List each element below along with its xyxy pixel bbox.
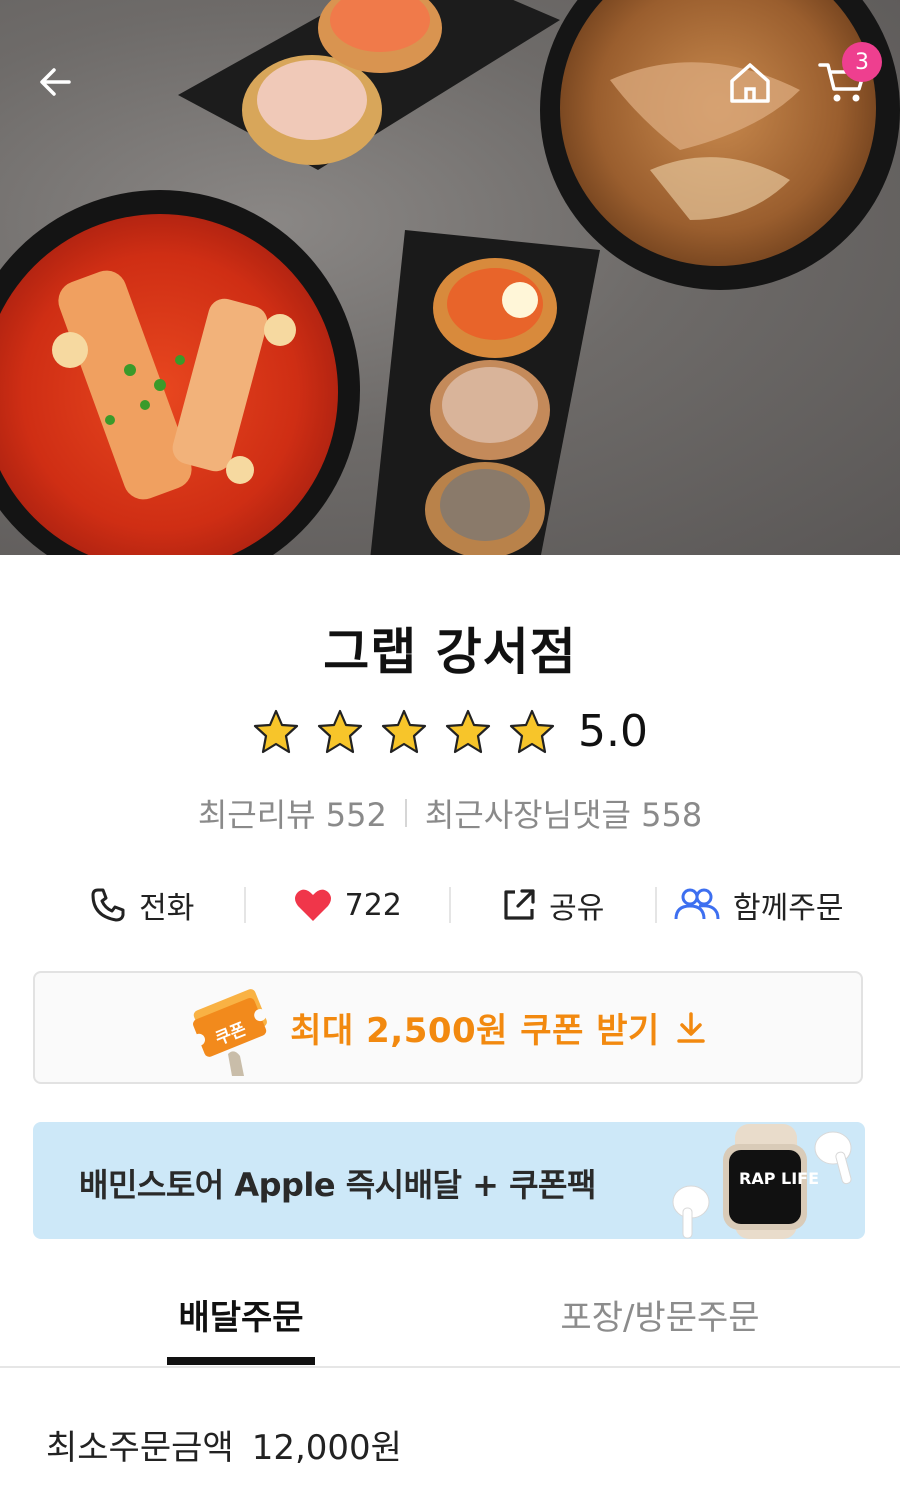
arrow-left-icon	[40, 68, 71, 96]
group-order-button[interactable]: 함께주문	[657, 883, 861, 927]
share-label: 공유	[549, 891, 605, 926]
call-label: 전화	[139, 891, 195, 926]
rating-value: 5.0	[578, 706, 648, 757]
store-hero-image: 3	[0, 0, 900, 555]
order-type-tabs: 배달주문 포장/방문주문	[0, 1290, 900, 1368]
recent-reviews[interactable]: 최근리뷰 552	[198, 790, 387, 836]
star-icon	[381, 709, 427, 753]
heart-icon	[294, 889, 331, 921]
store-name: 그랩 강서점	[323, 623, 577, 681]
owner-replies-label: 최근사장님댓글	[424, 796, 631, 834]
rating-row: 5.0	[0, 706, 900, 757]
recent-reviews-label: 최근리뷰	[197, 796, 316, 834]
active-tab-indicator	[167, 1357, 315, 1365]
cart-count-badge: 3	[842, 42, 882, 82]
divider	[404, 799, 407, 827]
store-actions: 전화 722 공유 함께주문	[40, 875, 860, 935]
group-users-icon	[674, 888, 720, 920]
banner-text: 배민스토어 Apple 즉시배달 + 쿠폰팩	[79, 1166, 596, 1204]
review-stats: 최근리뷰 552 최근사장님댓글 558	[0, 790, 900, 836]
star-icon	[445, 709, 491, 753]
like-button[interactable]: 722	[246, 887, 450, 923]
owner-replies-count: 558	[641, 796, 703, 834]
coupon-ticket-icon: 쿠폰	[193, 988, 268, 1076]
min-order-row: 최소주문금액 12,000원	[46, 1420, 402, 1469]
apple-watch-airpods-image: RAP LIFE	[672, 1124, 852, 1239]
rating-stars	[252, 708, 556, 756]
home-icon	[730, 63, 770, 103]
download-arrow-icon	[677, 1011, 705, 1043]
call-button[interactable]: 전화	[40, 883, 244, 927]
tab-delivery-order[interactable]: 배달주문	[166, 1290, 316, 1364]
min-order-label: 최소주문금액	[46, 1428, 234, 1468]
group-order-label: 함께주문	[733, 891, 844, 926]
share-button[interactable]: 공유	[451, 883, 655, 927]
coupon-download-button[interactable]: 쿠폰 최대 2,500원 쿠폰 받기	[33, 971, 863, 1084]
star-icon	[509, 709, 555, 753]
star-icon	[317, 709, 363, 753]
min-order-value: 12,000원	[251, 1428, 402, 1468]
share-icon	[504, 889, 535, 920]
owner-replies[interactable]: 최근사장님댓글 558	[425, 790, 702, 836]
coupon-label: 최대 2,500원 쿠폰 받기	[290, 1011, 660, 1051]
like-count: 722	[344, 887, 402, 923]
tab-pickup-order[interactable]: 포장/방문주문	[540, 1290, 780, 1364]
recent-reviews-count: 552	[325, 796, 387, 834]
home-button[interactable]	[720, 52, 780, 112]
star-icon	[253, 709, 299, 753]
baemin-store-promo-banner[interactable]: 배민스토어 Apple 즉시배달 + 쿠폰팩 RAP LIFE	[33, 1122, 865, 1239]
watch-screen-text: RAP LIFE	[739, 1169, 819, 1188]
back-button[interactable]	[25, 52, 85, 112]
phone-icon	[91, 888, 125, 922]
